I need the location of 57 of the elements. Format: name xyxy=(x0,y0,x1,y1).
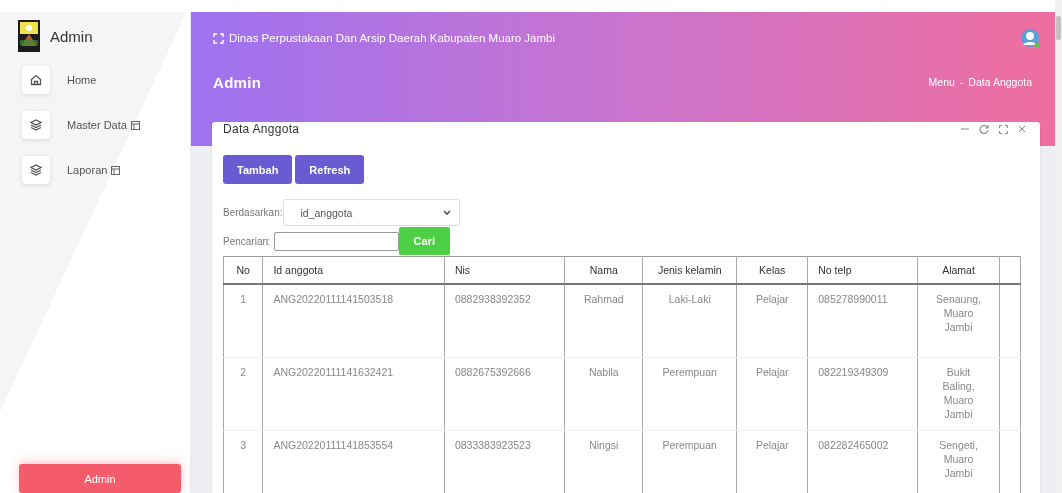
filter-select[interactable]: id_anggota xyxy=(283,199,461,226)
search-field[interactable] xyxy=(273,231,399,251)
table-cell: Pelajar xyxy=(736,284,808,358)
fullscreen-icon[interactable] xyxy=(213,32,224,44)
column-header: Jenis kelamin xyxy=(642,256,737,284)
table-cell: 0882675392666 xyxy=(444,357,565,431)
sidebar-link[interactable]: Master Data xyxy=(67,119,140,131)
avatar-icon[interactable] xyxy=(1020,28,1040,48)
home-icon xyxy=(30,74,42,86)
table-cell: Nabila xyxy=(564,357,643,431)
table-cell: Senaung, Muaro Jambi xyxy=(917,284,1000,358)
table-cell: Pelajar xyxy=(736,357,808,431)
table-cell: 085278990011 xyxy=(807,284,918,358)
table-cell: 2 xyxy=(223,357,263,431)
menu-icon-tile[interactable] xyxy=(22,66,50,94)
site-title: Dinas Perpustakaan Dan Arsip Daerah Kabupaten Muaro Jambi xyxy=(229,32,556,44)
layers-icon xyxy=(30,119,42,131)
column-header: Kelas xyxy=(736,256,808,284)
scrollbar-thumb[interactable] xyxy=(1056,16,1061,40)
table-cell: Rahmad xyxy=(564,284,643,358)
table-cell: 0882938392352 xyxy=(444,284,565,358)
breadcrumb-item[interactable]: Menu xyxy=(928,76,955,88)
table-cell: Perempuan xyxy=(642,357,737,431)
brand-name: Admin xyxy=(50,27,93,45)
menu-icon-tile[interactable] xyxy=(22,156,50,184)
column-header: Nis xyxy=(444,256,565,284)
layers-icon xyxy=(30,164,42,176)
table-cell: 082219349309 xyxy=(807,357,918,431)
breadcrumb-item: Data Anggota xyxy=(968,76,1032,88)
expand-button[interactable] xyxy=(999,124,1008,134)
column-header: Nama xyxy=(564,256,643,284)
column-header: No xyxy=(223,256,263,284)
emblem-logo xyxy=(18,20,40,52)
table-cell: ANG20220111141503518 xyxy=(262,284,445,358)
admin-button[interactable]: Admin xyxy=(19,464,181,493)
menu-icon-tile[interactable] xyxy=(22,111,50,139)
column-header: No telp xyxy=(807,256,918,284)
table-cell: Bukit Baling, Muaro Jambi xyxy=(917,357,1000,431)
refresh-button[interactable] xyxy=(979,124,989,134)
table-cell: ANG20220111141632421 xyxy=(262,357,445,431)
column-header: Alamat xyxy=(917,256,1000,284)
action-button[interactable]: Refresh xyxy=(295,155,365,184)
colon-text: : xyxy=(267,235,270,247)
chevron-icon xyxy=(443,209,452,216)
action-button[interactable]: Tambah xyxy=(223,155,293,184)
sidebar-link[interactable]: Laporan xyxy=(67,164,121,176)
column-header: Id anggota xyxy=(262,256,445,284)
table-cell: 3 xyxy=(223,430,263,493)
table-cell: 1 xyxy=(223,284,263,358)
search-label: Pencarian xyxy=(223,235,267,247)
page-title: Admin xyxy=(213,73,262,91)
filter-label: Berdasarkan: xyxy=(223,207,283,218)
card-title: Data Anggota xyxy=(223,122,300,136)
sidebar-link[interactable]: Home xyxy=(67,74,97,86)
breadcrumb-separator: - xyxy=(959,76,964,88)
close-button[interactable] xyxy=(1018,125,1026,133)
table-cell: Laki-Laki xyxy=(642,284,737,358)
